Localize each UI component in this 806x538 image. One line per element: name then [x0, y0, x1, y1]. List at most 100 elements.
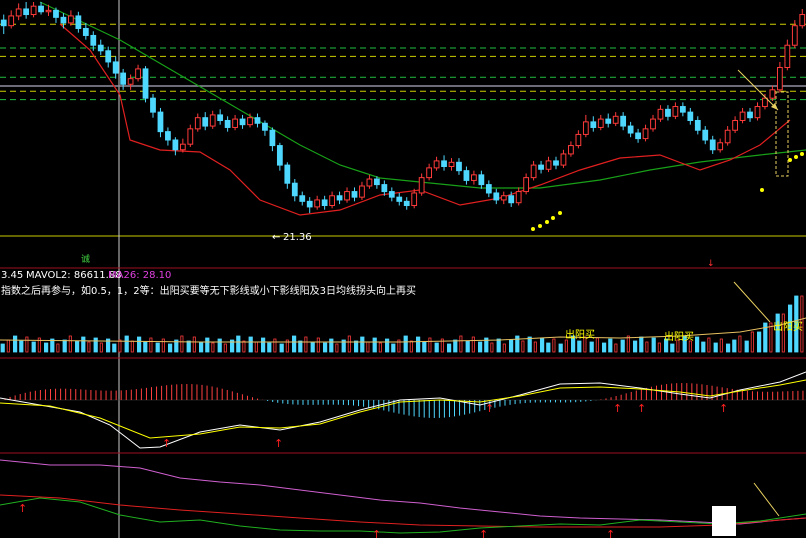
- candle-body: [657, 108, 664, 120]
- volume-bar: [707, 337, 711, 353]
- volume-bar: [291, 335, 297, 353]
- volume-bar: [521, 340, 525, 353]
- candle-body: [717, 142, 724, 151]
- volume-bar: [87, 341, 91, 353]
- candle-body: [187, 128, 194, 145]
- candle-body: [627, 125, 634, 134]
- volume-bar: [732, 339, 737, 353]
- candle-body: [635, 132, 641, 140]
- macd-buy-arrow: ↑: [719, 402, 728, 415]
- volume-bar: [508, 339, 514, 353]
- volume-bar: [564, 339, 568, 353]
- volume-bar: [639, 336, 644, 353]
- signal-dots: [531, 152, 804, 231]
- volume-bar: [409, 340, 413, 353]
- candle-body: [747, 111, 753, 119]
- volume-bars: [0, 295, 804, 353]
- volume-bar: [372, 337, 377, 353]
- candle-body: [366, 178, 373, 187]
- volume-bar: [533, 341, 537, 353]
- candle-body: [247, 117, 253, 126]
- annotation-box: [775, 91, 789, 177]
- candle-body: [373, 178, 380, 186]
- candle-body: [791, 25, 798, 46]
- candle-body: [642, 128, 649, 140]
- volume-bar: [161, 338, 165, 353]
- candle-body: [276, 145, 283, 166]
- candle-body: [762, 97, 768, 108]
- candle-body: [217, 114, 224, 121]
- volume-bar: [608, 338, 613, 353]
- candle-body: [291, 182, 298, 197]
- candle-body: [38, 5, 44, 13]
- volume-bar: [477, 341, 483, 353]
- candle-body: [157, 111, 164, 133]
- bottom-annotation-arrow: [753, 482, 780, 517]
- volume-bar: [68, 335, 72, 353]
- candle-body: [620, 115, 627, 127]
- candle-body: [75, 15, 82, 29]
- candle-body: [523, 177, 530, 193]
- candle-body: [112, 61, 119, 74]
- candle-body: [545, 160, 552, 170]
- volume-bar: [130, 340, 134, 353]
- volume-bar: [310, 341, 315, 353]
- volume-bar: [602, 342, 607, 353]
- signal-dot: [545, 220, 549, 224]
- ma-fast-line: [59, 23, 791, 216]
- volume-bar: [645, 341, 649, 353]
- candle-body: [336, 195, 343, 201]
- candle-body: [784, 44, 791, 69]
- candle-body: [120, 72, 127, 85]
- volume-bar: [347, 335, 351, 353]
- candle-body: [105, 50, 112, 63]
- candle-body: [142, 68, 149, 99]
- candle-body: [799, 14, 806, 27]
- candle-body: [135, 68, 141, 80]
- volume-bar: [236, 335, 241, 353]
- volume-bar: [267, 342, 272, 353]
- volume-bar: [112, 343, 117, 353]
- volume-bar: [744, 340, 749, 353]
- volume-bar: [378, 342, 382, 353]
- bottom-green-line: [0, 497, 806, 534]
- volume-bar: [0, 343, 5, 353]
- volume-bar: [31, 341, 36, 353]
- volume-bar: [415, 336, 421, 353]
- volume-bar: [248, 336, 253, 353]
- bottom-magenta-line: [0, 459, 806, 525]
- candle-body: [597, 118, 604, 128]
- volume-bar: [211, 342, 215, 353]
- volume-bar: [546, 342, 551, 353]
- volume-bar: [298, 340, 303, 353]
- vol-prefix: 3.45: [1, 270, 23, 281]
- candle-body: [30, 5, 37, 16]
- macd-buy-arrow: ↑: [613, 402, 622, 415]
- volume-bar: [428, 337, 432, 353]
- macd-buy-arrow: ↑: [274, 437, 283, 450]
- candle-body: [679, 106, 686, 113]
- candle-body: [8, 15, 15, 27]
- buy-signal-3: 出阳买: [773, 320, 803, 333]
- volume-bar: [322, 342, 328, 353]
- candle-body: [418, 177, 425, 194]
- volume-bar: [273, 338, 277, 353]
- volume-bar: [316, 337, 320, 353]
- candle-body: [97, 44, 104, 52]
- volume-bar: [775, 313, 780, 353]
- candle-body: [359, 185, 365, 198]
- signal-dot: [800, 152, 804, 156]
- candle-body: [0, 19, 7, 27]
- signal-dot: [558, 211, 562, 215]
- candle-body: [448, 161, 455, 167]
- candle-body: [15, 8, 22, 17]
- volume-bar: [279, 343, 284, 353]
- candle-body: [575, 133, 582, 147]
- candle-body: [299, 195, 306, 202]
- volume-bar: [620, 339, 625, 353]
- volume-bar: [366, 341, 370, 353]
- volume-bar: [180, 335, 184, 353]
- volume-bar: [93, 337, 98, 353]
- signal-dot: [551, 216, 555, 220]
- candle-body: [471, 174, 477, 181]
